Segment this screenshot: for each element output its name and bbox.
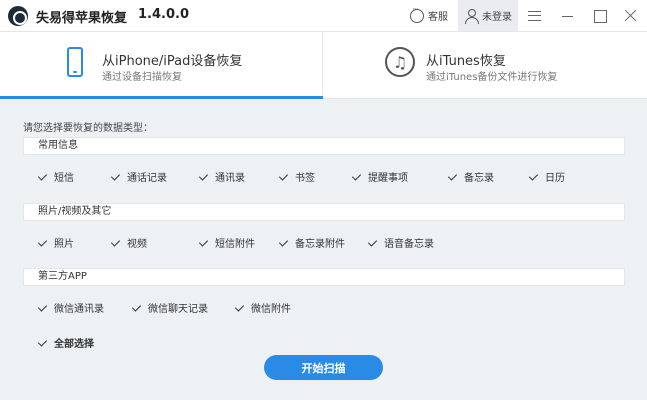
checkmark-icon xyxy=(448,172,458,182)
phone-icon xyxy=(67,47,83,77)
minimize-icon[interactable] xyxy=(558,6,578,26)
checkbox-wechat-contacts[interactable]: 微信通讯录 xyxy=(38,300,104,315)
music-note-icon: ♫ xyxy=(385,47,415,77)
customer-service-label: 客服 xyxy=(428,12,448,23)
checkbox-reminders[interactable]: 提醒事项 xyxy=(352,169,408,184)
checkbox-contacts[interactable]: 通讯录 xyxy=(199,169,245,184)
checkbox-note-attachments[interactable]: 备忘录附件 xyxy=(279,235,345,250)
option-label: 提醒事项 xyxy=(368,173,408,184)
checkbox-bookmarks[interactable]: 书签 xyxy=(279,169,315,184)
checkbox-wechat-chats[interactable]: 微信聊天记录 xyxy=(132,300,208,315)
option-label: 书签 xyxy=(295,173,315,184)
option-label: 微信聊天记录 xyxy=(148,304,208,315)
checkmark-icon xyxy=(368,238,378,248)
checkbox-voice-memos[interactable]: 语音备忘录 xyxy=(368,235,434,250)
option-label: 微信附件 xyxy=(251,304,291,315)
checkmark-icon xyxy=(111,172,121,182)
checkbox-photos[interactable]: 照片 xyxy=(38,235,74,250)
customer-service-button[interactable]: 客服 xyxy=(410,0,458,31)
tab-device-recovery[interactable]: 从iPhone/iPad设备恢复 通过设备扫描恢复 xyxy=(0,32,323,99)
checkmark-icon xyxy=(199,238,209,248)
chat-icon xyxy=(410,5,424,23)
checkmark-icon xyxy=(529,172,539,182)
checkmark-icon xyxy=(352,172,362,182)
checkmark-icon xyxy=(279,172,289,182)
checkbox-wechat-attachments[interactable]: 微信附件 xyxy=(235,300,291,315)
checkmark-icon xyxy=(279,238,289,248)
option-label: 日历 xyxy=(545,173,565,184)
tab-itunes-recovery-subtitle: 通过iTunes备份文件进行恢复 xyxy=(426,72,558,83)
section-media: 照片/视频及其它 照片 视频 短信附件 备忘录附件 语音备忘录 xyxy=(23,203,625,262)
checkmark-icon xyxy=(235,303,245,313)
checkbox-call-log[interactable]: 通话记录 xyxy=(111,169,167,184)
checkmark-icon xyxy=(38,338,48,348)
checkmark-icon xyxy=(38,238,48,248)
app-version: 1.4.0.0 xyxy=(138,7,189,22)
section-title: 第三方APP xyxy=(23,268,625,286)
login-label: 未登录 xyxy=(482,12,512,23)
tab-device-recovery-title: 从iPhone/iPad设备恢复 xyxy=(102,54,243,69)
app-logo-icon xyxy=(8,6,28,26)
login-button[interactable]: 未登录 xyxy=(458,0,518,31)
checkmark-icon xyxy=(199,172,209,182)
option-label: 语音备忘录 xyxy=(384,239,434,250)
close-icon[interactable] xyxy=(621,6,641,26)
option-label: 短信附件 xyxy=(215,239,255,250)
checkmark-icon xyxy=(38,303,48,313)
maximize-icon[interactable] xyxy=(590,6,610,26)
option-label: 备忘录 xyxy=(464,173,494,184)
title-bar: 失易得苹果恢复 1.4.0.0 客服 未登录 xyxy=(0,0,647,32)
option-label: 照片 xyxy=(54,239,74,250)
checkmark-icon xyxy=(132,303,142,313)
option-label: 备忘录附件 xyxy=(295,239,345,250)
section-third-party-app: 第三方APP 微信通讯录 微信聊天记录 微信附件 xyxy=(23,268,625,327)
option-label: 微信通讯录 xyxy=(54,304,104,315)
section-title: 照片/视频及其它 xyxy=(23,203,625,221)
option-label: 短信 xyxy=(54,173,74,184)
checkbox-notes[interactable]: 备忘录 xyxy=(448,169,494,184)
tab-itunes-recovery[interactable]: ♫ 从iTunes恢复 通过iTunes备份文件进行恢复 xyxy=(324,32,647,98)
start-scan-button[interactable]: 开始扫描 xyxy=(264,355,383,380)
section-common-info: 常用信息 短信 通话记录 通讯录 书签 提醒事项 备忘录 日历 xyxy=(23,137,625,196)
recovery-mode-tabs: 从iPhone/iPad设备恢复 通过设备扫描恢复 ♫ 从iTunes恢复 通过… xyxy=(0,32,647,99)
tab-itunes-recovery-title: 从iTunes恢复 xyxy=(426,54,506,69)
checkbox-select-all[interactable]: 全部选择 xyxy=(38,335,94,350)
tab-device-recovery-subtitle: 通过设备扫描恢复 xyxy=(102,72,182,83)
data-type-prompt: 请您选择要恢复的数据类型： xyxy=(23,123,153,134)
checkbox-calendar[interactable]: 日历 xyxy=(529,169,565,184)
checkbox-sms[interactable]: 短信 xyxy=(38,169,74,184)
user-icon xyxy=(464,8,479,24)
section-title: 常用信息 xyxy=(23,137,625,155)
option-label: 通话记录 xyxy=(127,173,167,184)
checkmark-icon xyxy=(111,238,121,248)
select-all-label: 全部选择 xyxy=(54,339,94,350)
app-title: 失易得苹果恢复 xyxy=(36,11,128,26)
option-label: 视频 xyxy=(127,239,147,250)
checkmark-icon xyxy=(38,172,48,182)
option-label: 通讯录 xyxy=(215,173,245,184)
menu-icon[interactable] xyxy=(525,6,545,26)
checkbox-sms-attachments[interactable]: 短信附件 xyxy=(199,235,255,250)
checkbox-videos[interactable]: 视频 xyxy=(111,235,147,250)
